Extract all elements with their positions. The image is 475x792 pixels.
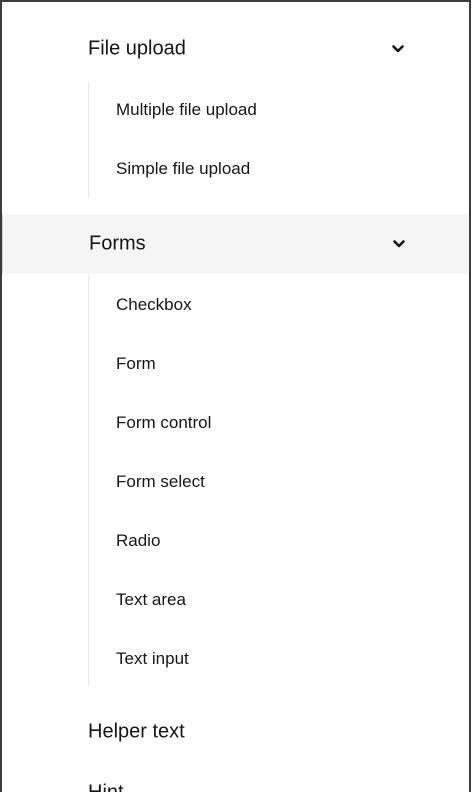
nav-item-label: Form control bbox=[116, 413, 212, 432]
nav-item-hint[interactable]: Hint bbox=[2, 768, 469, 792]
nav-group-file-upload[interactable]: File upload bbox=[2, 19, 469, 79]
nav-item-label: Text area bbox=[116, 590, 186, 609]
nav-item-text-area[interactable]: Text area bbox=[89, 576, 469, 624]
nav-item-label: Radio bbox=[116, 531, 161, 550]
nav-item-helper-text-label: Helper text bbox=[88, 720, 185, 743]
nav-item-label: Checkbox bbox=[116, 295, 192, 314]
nav-group-file-upload-label: File upload bbox=[88, 37, 186, 60]
nav-item-multiple-file-upload[interactable]: Multiple file upload bbox=[89, 86, 469, 134]
nav-item-label: Form bbox=[116, 354, 156, 373]
nav-item-helper-text[interactable]: Helper text bbox=[2, 707, 469, 757]
nav-item-radio[interactable]: Radio bbox=[89, 517, 469, 565]
nav-item-label: Text input bbox=[116, 649, 189, 668]
nav-item-label: Multiple file upload bbox=[116, 100, 257, 119]
nav-group-forms-label: Forms bbox=[89, 232, 146, 255]
nav-item-hint-label: Hint bbox=[88, 782, 124, 792]
chevron-down-icon bbox=[392, 45, 404, 53]
nav-item-label: Form select bbox=[116, 472, 205, 491]
navigation-panel: File upload Multiple file upload Simple … bbox=[0, 0, 471, 792]
nav-item-simple-file-upload[interactable]: Simple file upload bbox=[89, 145, 469, 193]
nav-item-checkbox[interactable]: Checkbox bbox=[89, 281, 469, 329]
chevron-down-icon bbox=[393, 240, 405, 248]
nav-item-form-control[interactable]: Form control bbox=[89, 399, 469, 447]
nav-item-form-select[interactable]: Form select bbox=[89, 458, 469, 506]
nav-item-text-input[interactable]: Text input bbox=[89, 635, 469, 683]
nav-group-forms[interactable]: Forms bbox=[2, 214, 469, 274]
nav-item-label: Simple file upload bbox=[116, 159, 251, 178]
nav-item-form[interactable]: Form bbox=[89, 340, 469, 388]
